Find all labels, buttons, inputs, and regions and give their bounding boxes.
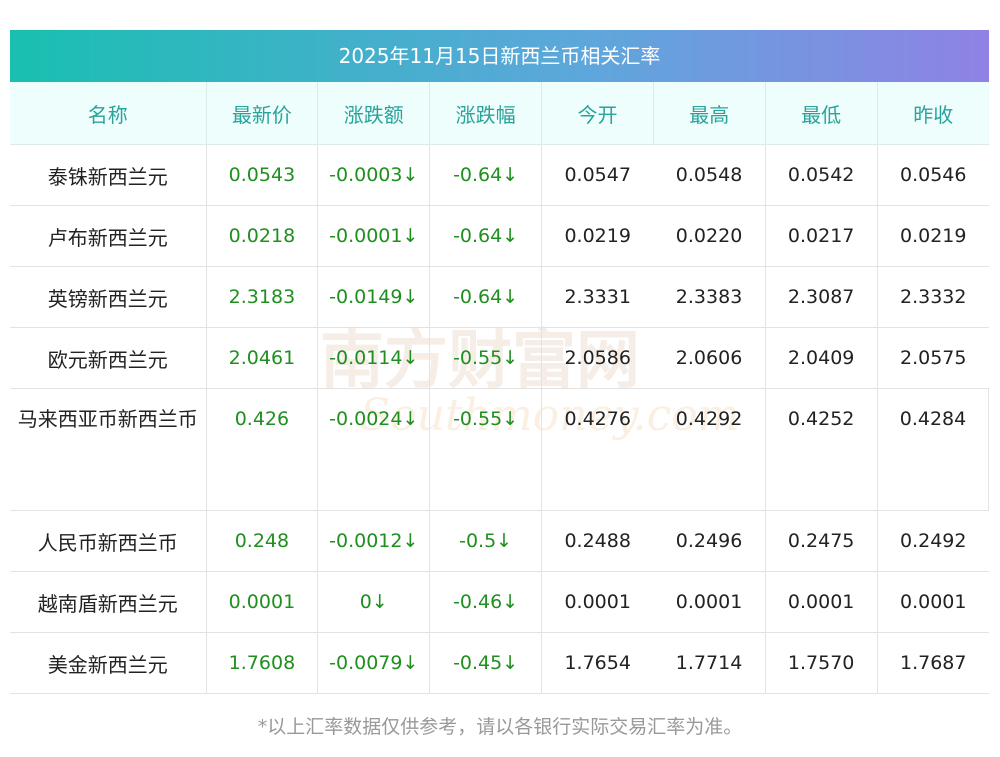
col-header-latest: 最新价 — [206, 82, 319, 145]
cell-open: 0.0547 — [541, 144, 654, 206]
cell-name: 卢布新西兰元 — [10, 205, 207, 267]
cell-prev: 1.7687 — [876, 632, 989, 694]
cell-low: 0.0542 — [764, 144, 878, 206]
cell-pct: -0.45↓ — [429, 632, 543, 694]
cell-name: 越南盾新西兰元 — [10, 571, 207, 633]
cell-low: 0.0217 — [764, 205, 878, 267]
cell-open: 2.3331 — [541, 266, 654, 328]
table-row: 马来西亚币新西兰币 0.426 -0.0024↓ -0.55↓ 0.4276 0… — [10, 388, 990, 511]
cell-pct: -0.64↓ — [429, 205, 543, 267]
table-row: 英镑新西兰元 2.3183 -0.0149↓ -0.64↓ 2.3331 2.3… — [10, 266, 989, 328]
cell-high: 0.4292 — [653, 388, 766, 511]
exchange-rate-panel: 2025年11月15日新西兰币相关汇率 名称 最新价 涨跌额 涨跌幅 今开 最高… — [10, 30, 990, 694]
cell-latest: 2.3183 — [206, 266, 319, 328]
cell-pct: -0.55↓ — [429, 388, 543, 511]
cell-name: 泰铢新西兰元 — [10, 144, 207, 206]
cell-change: -0.0079↓ — [317, 632, 431, 694]
cell-low: 0.2475 — [764, 510, 878, 572]
table-header-row: 名称 最新价 涨跌额 涨跌幅 今开 最高 最低 昨收 — [10, 82, 989, 145]
cell-high: 1.7714 — [653, 632, 766, 694]
cell-prev: 0.0219 — [876, 205, 989, 267]
col-header-change: 涨跌额 — [317, 82, 431, 145]
cell-change: -0.0001↓ — [317, 205, 431, 267]
cell-prev: 2.3332 — [876, 266, 989, 328]
cell-change: -0.0024↓ — [317, 388, 431, 511]
table-row: 欧元新西兰元 2.0461 -0.0114↓ -0.55↓ 2.0586 2.0… — [10, 327, 989, 389]
cell-latest: 0.426 — [206, 388, 319, 511]
col-header-low: 最低 — [765, 82, 878, 145]
cell-change: -0.0114↓ — [317, 327, 431, 389]
cell-prev: 0.4284 — [876, 388, 990, 511]
cell-open: 0.2488 — [541, 510, 654, 572]
cell-name: 英镑新西兰元 — [10, 266, 207, 328]
exchange-rate-table: 名称 最新价 涨跌额 涨跌幅 今开 最高 最低 昨收 泰铢新西兰元 0.0543… — [10, 82, 990, 694]
cell-high: 0.0220 — [653, 205, 766, 267]
cell-prev: 0.0546 — [876, 144, 989, 206]
col-header-name: 名称 — [10, 82, 207, 145]
cell-pct: -0.5↓ — [429, 510, 543, 572]
cell-high: 2.3383 — [653, 266, 766, 328]
cell-low: 0.4252 — [764, 388, 878, 511]
cell-name: 欧元新西兰元 — [10, 327, 207, 389]
cell-latest: 0.0543 — [206, 144, 319, 206]
disclaimer-footnote: *以上汇率数据仅供参考，请以各银行实际交易汇率为准。 — [257, 716, 743, 738]
cell-latest: 0.248 — [206, 510, 319, 572]
cell-prev: 0.0001 — [876, 571, 989, 633]
table-row: 美金新西兰元 1.7608 -0.0079↓ -0.45↓ 1.7654 1.7… — [10, 632, 989, 694]
col-header-pct: 涨跌幅 — [429, 82, 543, 145]
cell-name: 马来西亚币新西兰币 — [10, 388, 207, 511]
cell-name: 人民币新西兰币 — [10, 510, 207, 572]
cell-pct: -0.64↓ — [429, 266, 543, 328]
cell-low: 1.7570 — [764, 632, 878, 694]
cell-open: 1.7654 — [541, 632, 654, 694]
cell-high: 2.0606 — [653, 327, 766, 389]
cell-open: 0.0001 — [541, 571, 654, 633]
cell-open: 0.0219 — [541, 205, 654, 267]
cell-change: -0.0003↓ — [317, 144, 431, 206]
cell-prev: 2.0575 — [876, 327, 989, 389]
table-title: 2025年11月15日新西兰币相关汇率 — [10, 30, 989, 82]
table-row: 卢布新西兰元 0.0218 -0.0001↓ -0.64↓ 0.0219 0.0… — [10, 205, 989, 267]
col-header-prev: 昨收 — [877, 82, 989, 145]
cell-change: 0↓ — [317, 571, 431, 633]
cell-prev: 0.2492 — [876, 510, 989, 572]
cell-latest: 1.7608 — [206, 632, 319, 694]
cell-name: 美金新西兰元 — [10, 632, 207, 694]
cell-pct: -0.55↓ — [429, 327, 543, 389]
col-header-open: 今开 — [541, 82, 654, 145]
table-row: 泰铢新西兰元 0.0543 -0.0003↓ -0.64↓ 0.0547 0.0… — [10, 144, 989, 206]
cell-pct: -0.64↓ — [429, 144, 543, 206]
cell-open: 2.0586 — [541, 327, 654, 389]
cell-high: 0.0548 — [653, 144, 766, 206]
cell-latest: 2.0461 — [206, 327, 319, 389]
cell-open: 0.4276 — [541, 388, 654, 511]
cell-high: 0.2496 — [653, 510, 766, 572]
cell-change: -0.0012↓ — [317, 510, 431, 572]
cell-latest: 0.0001 — [206, 571, 319, 633]
cell-low: 2.0409 — [764, 327, 878, 389]
col-header-high: 最高 — [653, 82, 766, 145]
cell-low: 2.3087 — [764, 266, 878, 328]
cell-change: -0.0149↓ — [317, 266, 431, 328]
table-row: 人民币新西兰币 0.248 -0.0012↓ -0.5↓ 0.2488 0.24… — [10, 510, 989, 572]
cell-latest: 0.0218 — [206, 205, 319, 267]
cell-high: 0.0001 — [653, 571, 766, 633]
cell-low: 0.0001 — [764, 571, 878, 633]
cell-pct: -0.46↓ — [429, 571, 543, 633]
table-row: 越南盾新西兰元 0.0001 0↓ -0.46↓ 0.0001 0.0001 0… — [10, 571, 989, 633]
